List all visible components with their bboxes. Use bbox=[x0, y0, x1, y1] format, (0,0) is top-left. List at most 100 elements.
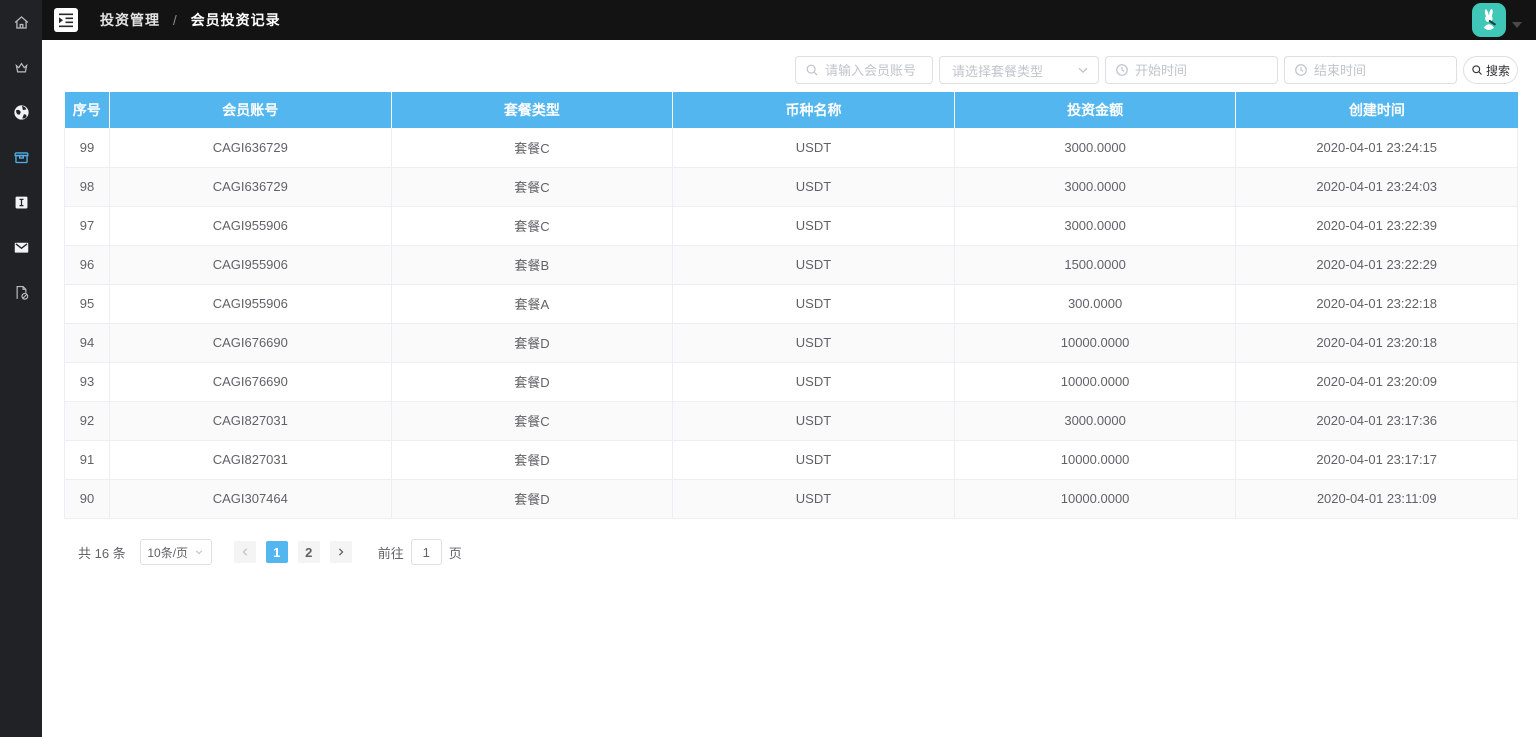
pagination: 共 16 条 10条/页 12 前往 页 bbox=[78, 539, 462, 565]
table-row: 95 CAGI955906 套餐A USDT 300.0000 2020-04-01 23… bbox=[64, 284, 1518, 324]
sidebar-item-vip[interactable] bbox=[0, 45, 42, 90]
search-icon bbox=[1472, 65, 1482, 75]
sidebar-item-mail[interactable] bbox=[0, 225, 42, 270]
goto-page-input[interactable] bbox=[410, 539, 442, 565]
table-header-row: 序号 会员账号 套餐类型 币种名称 投资金额 创建时间 bbox=[64, 92, 1518, 128]
table-cell: 2020-04-01 23:22:18 bbox=[1235, 284, 1518, 324]
table-row: 99 CAGI636729 套餐C USDT 3000.0000 2020-04-01 2… bbox=[64, 128, 1518, 168]
main-content: 请选择套餐类型 搜索 序 bbox=[42, 40, 1536, 737]
table-cell: 95 bbox=[64, 284, 110, 324]
table-cell: 套餐A bbox=[391, 284, 674, 324]
goto-label: 前往 bbox=[377, 545, 404, 561]
table-cell: 91 bbox=[64, 440, 110, 480]
page-button[interactable]: 1 bbox=[265, 541, 288, 563]
home-icon bbox=[14, 16, 28, 29]
table-cell: 97 bbox=[64, 206, 110, 246]
search-button[interactable]: 搜索 bbox=[1463, 56, 1518, 84]
column-header: 创建时间 bbox=[1235, 92, 1518, 128]
table-cell: 2020-04-01 23:24:03 bbox=[1235, 167, 1518, 207]
table-cell: 套餐D bbox=[391, 479, 674, 519]
user-menu[interactable] bbox=[1472, 3, 1522, 37]
table-cell: CAGI955906 bbox=[109, 206, 392, 246]
clock-icon bbox=[1116, 64, 1128, 76]
menu-collapse-icon[interactable] bbox=[54, 8, 78, 32]
table-cell: 1500.0000 bbox=[954, 245, 1237, 285]
table-cell: CAGI636729 bbox=[109, 128, 392, 168]
table-cell: USDT bbox=[672, 440, 955, 480]
package-type-placeholder: 请选择套餐类型 bbox=[952, 63, 1044, 79]
sidebar-item-notice[interactable] bbox=[0, 180, 42, 225]
start-time-field bbox=[1105, 56, 1278, 84]
table-cell: USDT bbox=[672, 479, 955, 519]
page-button[interactable]: 2 bbox=[297, 541, 320, 563]
end-time-field bbox=[1284, 56, 1457, 84]
table-cell: 2020-04-01 23:24:15 bbox=[1235, 128, 1518, 168]
table-cell: USDT bbox=[672, 284, 955, 324]
clock-icon bbox=[1295, 64, 1307, 76]
search-button-label: 搜索 bbox=[1485, 63, 1510, 78]
table-cell: 2020-04-01 23:11:09 bbox=[1235, 479, 1518, 519]
page-size-select[interactable]: 10条/页 bbox=[139, 539, 212, 565]
sidebar-item-export[interactable] bbox=[0, 270, 42, 315]
storage-box-icon bbox=[13, 152, 29, 164]
caret-down-icon bbox=[1512, 22, 1522, 28]
table-cell: 套餐D bbox=[391, 362, 674, 402]
table-cell: USDT bbox=[672, 362, 955, 402]
table-cell: 套餐C bbox=[391, 167, 674, 207]
mail-icon bbox=[14, 242, 28, 253]
topbar: 投资管理 / 会员投资记录 bbox=[42, 0, 1536, 40]
table-cell: 96 bbox=[64, 245, 110, 285]
table-cell: 10000.0000 bbox=[954, 440, 1237, 480]
investment-table: 序号 会员账号 套餐类型 币种名称 投资金额 创建时间 99 CAGI636729 套餐C US… bbox=[64, 92, 1518, 519]
package-type-select[interactable]: 请选择套餐类型 bbox=[939, 56, 1099, 84]
next-page-button[interactable] bbox=[329, 541, 352, 563]
table-row: 93 CAGI676690 套餐D USDT 10000.0000 2020-04-01 … bbox=[64, 362, 1518, 402]
member-account-input[interactable] bbox=[825, 57, 932, 83]
table-cell: USDT bbox=[672, 167, 955, 207]
table-cell: 3000.0000 bbox=[954, 167, 1237, 207]
start-time-input[interactable] bbox=[1135, 57, 1277, 83]
table-cell: 10000.0000 bbox=[954, 362, 1237, 402]
search-icon bbox=[806, 64, 818, 76]
crown-icon bbox=[14, 62, 28, 73]
table-cell: USDT bbox=[672, 323, 955, 363]
chevron-left-icon bbox=[242, 548, 247, 556]
page-size-label: 10条/页 bbox=[147, 545, 189, 560]
column-header: 序号 bbox=[64, 92, 110, 128]
breadcrumb-item-parent[interactable]: 投资管理 bbox=[100, 12, 160, 28]
sidebar-item-home[interactable] bbox=[0, 0, 42, 45]
sidebar-item-investment[interactable] bbox=[0, 135, 42, 180]
table-cell: 套餐D bbox=[391, 440, 674, 480]
globe-icon bbox=[13, 105, 29, 120]
table-row: 91 CAGI827031 套餐D USDT 10000.0000 2020-04-01 … bbox=[64, 440, 1518, 480]
end-time-input[interactable] bbox=[1314, 57, 1456, 83]
table-cell: CAGI955906 bbox=[109, 245, 392, 285]
table-cell: 2020-04-01 23:20:09 bbox=[1235, 362, 1518, 402]
table-cell: CAGI636729 bbox=[109, 167, 392, 207]
table-row: 92 CAGI827031 套餐C USDT 3000.0000 2020-04-01 2… bbox=[64, 401, 1518, 441]
table-row: 94 CAGI676690 套餐D USDT 10000.0000 2020-04-01 … bbox=[64, 323, 1518, 363]
table-cell: 2020-04-01 23:22:39 bbox=[1235, 206, 1518, 246]
info-icon bbox=[15, 196, 27, 209]
table-cell: USDT bbox=[672, 206, 955, 246]
table-cell: 10000.0000 bbox=[954, 323, 1237, 363]
rabbit-avatar-icon bbox=[1483, 9, 1496, 30]
table-cell: CAGI955906 bbox=[109, 284, 392, 324]
member-account-field bbox=[795, 56, 933, 84]
avatar bbox=[1472, 3, 1506, 37]
table-cell: 2020-04-01 23:17:36 bbox=[1235, 401, 1518, 441]
breadcrumb-separator: / bbox=[172, 12, 178, 28]
table-cell: 92 bbox=[64, 401, 110, 441]
table-cell: CAGI676690 bbox=[109, 323, 392, 363]
table-cell: 套餐C bbox=[391, 128, 674, 168]
table-cell: 90 bbox=[64, 479, 110, 519]
table-cell: CAGI676690 bbox=[109, 362, 392, 402]
table-cell: 套餐C bbox=[391, 401, 674, 441]
table-cell: 套餐C bbox=[391, 206, 674, 246]
table-cell: USDT bbox=[672, 245, 955, 285]
column-header: 投资金额 bbox=[954, 92, 1237, 128]
table-cell: USDT bbox=[672, 401, 955, 441]
prev-page-button[interactable] bbox=[233, 541, 256, 563]
sidebar-item-global[interactable] bbox=[0, 90, 42, 135]
table-row: 90 CAGI307464 套餐D USDT 10000.0000 2020-04-01 … bbox=[64, 479, 1518, 519]
